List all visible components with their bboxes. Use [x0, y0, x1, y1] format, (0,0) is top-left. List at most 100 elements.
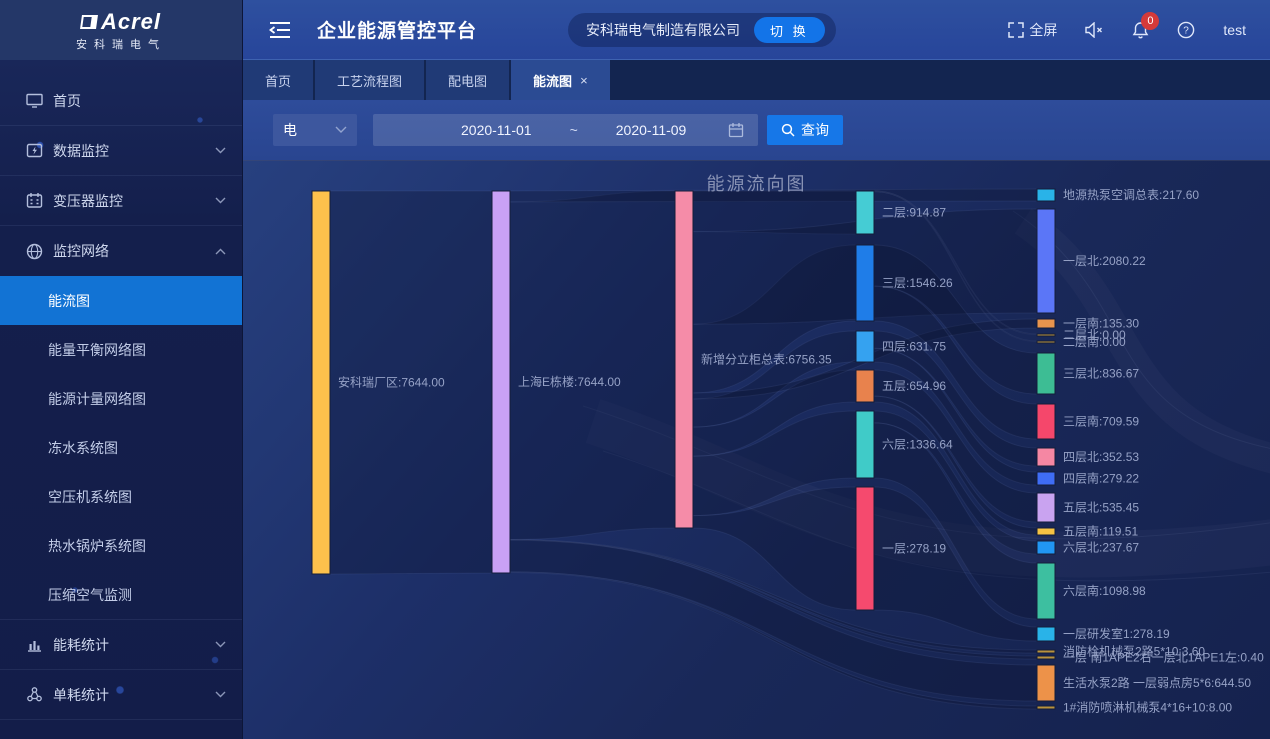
sidebar-subgroup-monitor-network: 能流图 能量平衡网络图 能源计量网络图 冻水系统图 空压机系统图 热水锅炉系统图	[0, 276, 242, 620]
sankey-node[interactable]	[492, 191, 510, 573]
acrel-logo-icon	[80, 15, 98, 29]
data-monitor-icon	[26, 142, 43, 159]
sankey-node[interactable]	[1037, 209, 1055, 313]
tab-energy-flow[interactable]: 能流图 ×	[511, 60, 612, 100]
sankey-node[interactable]	[1037, 353, 1055, 394]
chevron-up-icon	[215, 248, 226, 255]
logo-subtext: 安科瑞电气	[76, 36, 166, 52]
sankey-node-label: 生活水泵2路 一层弱点房5*6:644.50	[1063, 675, 1251, 690]
sidebar-item-hot-water-boiler-system[interactable]: 热水锅炉系统图	[0, 521, 242, 570]
sankey-node[interactable]	[856, 487, 874, 610]
sidebar-item-label: 能流图	[48, 291, 90, 311]
sidebar-item-energy-balance-network[interactable]: 能量平衡网络图	[0, 325, 242, 374]
network-globe-icon	[26, 243, 43, 260]
sidebar-item-transformer-monitor[interactable]: 变压器监控	[0, 176, 242, 226]
sankey-node[interactable]	[1037, 334, 1055, 336]
acrel-logo: Acrel 安科瑞电气	[0, 0, 242, 60]
username[interactable]: test	[1223, 22, 1246, 38]
chevron-down-icon	[215, 641, 226, 648]
switch-company-button[interactable]: 切 换	[754, 17, 825, 43]
help-icon: ?	[1177, 21, 1195, 39]
sankey-node[interactable]	[856, 331, 874, 362]
bar-chart-icon	[26, 636, 43, 653]
query-button[interactable]: 查询	[767, 115, 843, 145]
energy-type-select[interactable]: 电	[273, 114, 357, 146]
help-button[interactable]: ?	[1177, 21, 1195, 39]
sankey-node[interactable]	[1037, 656, 1055, 659]
sankey-node[interactable]	[856, 370, 874, 402]
sankey-node-label: 六层南:1098.98	[1063, 583, 1146, 598]
sankey-link	[510, 191, 675, 540]
sankey-node-label: 四层南:279.22	[1063, 471, 1139, 486]
sankey-node[interactable]	[856, 245, 874, 321]
sidebar-item-energy-metering-network[interactable]: 能源计量网络图	[0, 374, 242, 423]
sankey-node[interactable]	[1037, 404, 1055, 439]
sidebar-item-unit-consumption-stats[interactable]: 单耗统计	[0, 670, 242, 720]
sidebar-item-label: 热水锅炉系统图	[48, 536, 146, 556]
sidebar-item-data-monitor[interactable]: 数据监控	[0, 126, 242, 176]
collapse-menu-icon[interactable]	[269, 21, 291, 39]
sankey-node-label: 五层北:535.45	[1063, 501, 1139, 515]
tab-label: 工艺流程图	[337, 71, 402, 90]
sankey-node[interactable]	[1037, 528, 1055, 535]
speaker-mute-icon	[1085, 22, 1104, 38]
sankey-node[interactable]	[856, 411, 874, 478]
sankey-node[interactable]	[1037, 493, 1055, 522]
sankey-node[interactable]	[1037, 627, 1055, 641]
notifications-button[interactable]: 0	[1132, 21, 1149, 39]
sidebar-item-air-compressor-system[interactable]: 空压机系统图	[0, 472, 242, 521]
notification-badge: 0	[1141, 12, 1159, 30]
sankey-node-label: 一层北:2080.22	[1063, 254, 1146, 268]
sankey-node[interactable]	[312, 191, 330, 574]
sankey-node[interactable]	[1037, 341, 1055, 343]
tab-distribution-diagram[interactable]: 配电图	[426, 60, 511, 100]
sankey-node[interactable]	[1037, 448, 1055, 466]
sankey-node-label: 三层南:709.59	[1063, 414, 1139, 429]
sidebar-item-chilled-water-system[interactable]: 冻水系统图	[0, 423, 242, 472]
home-monitor-icon	[26, 92, 43, 109]
sidebar-item-label: 冻水系统图	[48, 438, 118, 458]
sankey-node[interactable]	[675, 191, 693, 528]
sidebar: Acrel 安科瑞电气 首页 数据监控 变压器监控 监控网络	[0, 0, 243, 739]
sidebar-item-monitor-network[interactable]: 监控网络	[0, 226, 242, 276]
sidebar-item-home[interactable]: 首页	[0, 76, 242, 126]
mute-button[interactable]	[1085, 22, 1104, 38]
sankey-node[interactable]	[1037, 706, 1055, 709]
tab-home[interactable]: 首页	[243, 60, 315, 100]
tab-label: 配电图	[448, 71, 487, 90]
sankey-node[interactable]	[1037, 319, 1055, 328]
sidebar-item-label: 数据监控	[53, 141, 215, 161]
logo-text: Acrel	[101, 9, 161, 35]
transformer-icon	[26, 192, 43, 209]
sankey-node[interactable]	[1037, 563, 1055, 619]
tab-bar: 首页 工艺流程图 配电图 能流图 ×	[243, 60, 1270, 100]
chart-title: 能源流向图	[243, 170, 1270, 196]
sankey-node-label: 1#消防喷淋机械泵4*16+10:8.00	[1063, 700, 1232, 715]
sankey-node-label: 六层:1336.64	[882, 438, 953, 452]
sankey-node[interactable]	[1037, 541, 1055, 554]
sankey-node[interactable]	[856, 191, 874, 234]
close-tab-icon[interactable]: ×	[580, 73, 588, 88]
date-range-picker[interactable]: 2020-11-01 ~ 2020-11-09	[373, 114, 758, 146]
sidebar-item-energy-flow[interactable]: 能流图	[0, 276, 242, 325]
sankey-node-label: 五层南:119.51	[1063, 524, 1138, 539]
sidebar-item-label: 变压器监控	[53, 191, 215, 211]
sankey-node-label: 三层:1546.26	[882, 276, 953, 290]
sidebar-item-label: 空压机系统图	[48, 487, 132, 507]
sidebar-item-energy-stats[interactable]: 能耗统计	[0, 620, 242, 670]
tab-label: 能流图	[533, 71, 572, 90]
sankey-node[interactable]	[1037, 650, 1055, 653]
sankey-node-label: 一层 南1APE2右一层北1APE1左:0.40	[1063, 650, 1264, 665]
sidebar-item-label: 压缩空气监测	[48, 585, 132, 605]
sankey-node-label: 新增分立柜总表:6756.35	[701, 352, 832, 367]
tab-process-diagram[interactable]: 工艺流程图	[315, 60, 426, 100]
sankey-node[interactable]	[1037, 665, 1055, 701]
share-nodes-icon	[26, 686, 43, 703]
fullscreen-button[interactable]: 全屏	[1008, 20, 1057, 40]
sankey-node[interactable]	[1037, 472, 1055, 485]
svg-text:?: ?	[1184, 26, 1190, 37]
topbar-actions: 全屏 0 ? test	[1008, 0, 1270, 60]
sidebar-item-compressed-air-monitor[interactable]: 压缩空气监测	[0, 570, 242, 619]
sankey-node-label: 六层北:237.67	[1063, 541, 1139, 555]
sidebar-item-label: 能量平衡网络图	[48, 340, 146, 360]
